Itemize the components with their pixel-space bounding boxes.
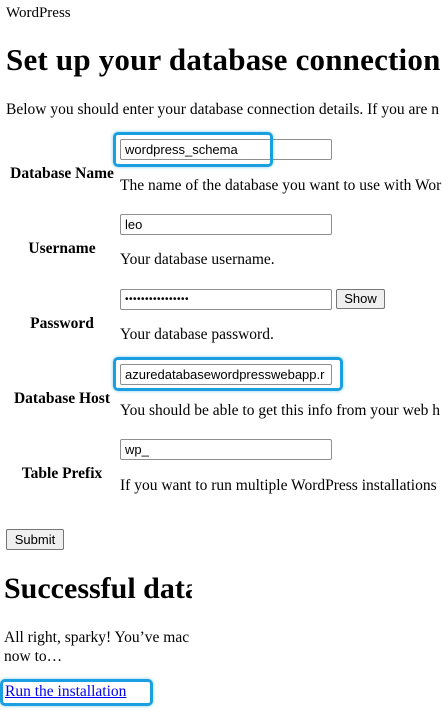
password-label: Password [30, 315, 94, 332]
prefix-label: Table Prefix [21, 465, 103, 482]
password-input[interactable]: •••••••••••••••• [120, 289, 332, 310]
prefix-description: If you want to run multiple WordPress in… [120, 477, 437, 494]
success-message: All right, sparky! You’ve mac now to… [4, 628, 192, 668]
dbname-input[interactable]: wordpress_schema [120, 139, 332, 160]
prefix-input[interactable]: wp_ [120, 439, 332, 460]
site-title: WordPress [6, 5, 71, 21]
success-heading: Successful database connection [4, 572, 192, 605]
dbname-description: The name of the database you want to use… [120, 177, 442, 194]
page-title: Set up your database connection [6, 42, 441, 77]
dbhost-label: Database Host [13, 390, 110, 407]
submit-button[interactable]: Submit [6, 529, 64, 550]
username-input[interactable]: leo [120, 214, 332, 235]
username-description: Your database username. [120, 251, 275, 268]
page: { "site_title": "WordPress", "heading": … [0, 0, 448, 713]
dbhost-description: You should be able to get this info from… [120, 402, 441, 419]
intro-text: Below you should enter your database con… [6, 101, 440, 118]
dbhost-input[interactable]: azuredatabasewordpresswebapp.r [120, 364, 332, 385]
run-installation-link[interactable]: Run the installation [5, 683, 126, 701]
username-label: Username [28, 240, 96, 257]
success-message-text: All right, sparky! You’ve mac now to… [4, 629, 190, 665]
dbname-label: Database Name [10, 165, 114, 182]
show-password-button[interactable]: Show [336, 289, 385, 309]
password-description: Your database password. [120, 326, 274, 343]
